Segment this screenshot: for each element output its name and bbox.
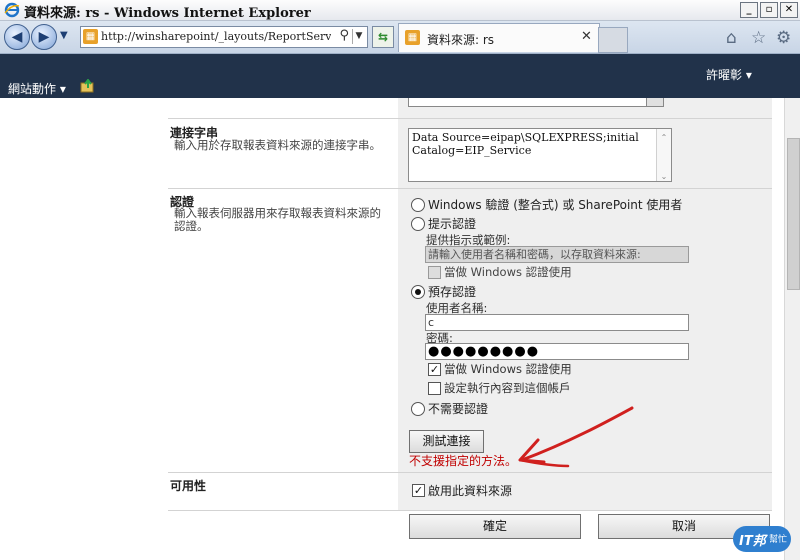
search-icon[interactable]: ⚲ xyxy=(339,28,349,43)
title-bar: 資料來源: rs - Windows Internet Explorer _ ▫… xyxy=(0,0,800,21)
badge-main: IT邦 xyxy=(739,534,766,549)
no-credentials-label[interactable]: 不需要認證 xyxy=(428,400,488,417)
connection-string-value: Data Source=eipap\SQLEXPRESS;initial Cat… xyxy=(412,131,643,157)
credentials-description: 輸入報表伺服器用來存取報表資料來源的認證。 xyxy=(174,206,381,233)
address-bar[interactable]: ▦ http://winsharepoint/_layouts/ReportSe… xyxy=(80,26,368,48)
section-divider xyxy=(168,510,772,511)
enable-datasource-label: 啟用此資料來源 xyxy=(428,484,513,498)
refresh-button[interactable]: ⇆ xyxy=(372,26,394,48)
section-divider xyxy=(168,188,772,189)
site-actions-menu[interactable]: 網站動作 ▾ xyxy=(8,80,66,97)
windows-auth-label[interactable]: Windows 驗證 (整合式) 或 SharePoint 使用者 xyxy=(428,196,682,213)
stored-windows-credentials-checkbox[interactable]: ✓ xyxy=(428,363,441,376)
restore-button[interactable]: ▫ xyxy=(760,2,778,18)
address-url[interactable]: http://winsharepoint/_layouts/ReportServ… xyxy=(101,30,331,43)
tools-gear-icon[interactable]: ⚙ xyxy=(776,28,791,48)
minimize-button[interactable]: _ xyxy=(740,2,758,18)
prompt-windows-credentials-label: 當做 Windows 認證使用 xyxy=(444,265,572,279)
availability-heading: 可用性 xyxy=(170,479,207,493)
windows-auth-radio[interactable] xyxy=(411,198,425,212)
ithelp-logo: IT邦 幫忙 xyxy=(733,526,793,554)
stored-credentials-radio[interactable] xyxy=(411,285,425,299)
browser-tab[interactable]: ▦ 資料來源: rs ✕ xyxy=(398,23,600,52)
username-input[interactable]: c xyxy=(425,314,689,331)
prompt-hint-input[interactable]: 請輸入使用者名稱和密碼，以存取資料來源: xyxy=(425,246,689,263)
user-menu[interactable]: 許曜彰 ▾ xyxy=(706,66,752,83)
stored-credentials-label[interactable]: 預存認證 xyxy=(428,283,476,300)
new-tab-button[interactable] xyxy=(598,27,628,53)
sharepoint-ribbon: 網站動作 ▾ 許曜彰 ▾ xyxy=(0,54,800,98)
close-window-button[interactable]: ✕ xyxy=(780,2,798,18)
enable-datasource-checkbox[interactable]: ✓ xyxy=(412,484,425,497)
connection-string-textarea[interactable]: Data Source=eipap\SQLEXPRESS;initial Cat… xyxy=(408,128,672,182)
ok-button[interactable]: 確定 xyxy=(409,514,581,539)
tab-favicon-icon: ▦ xyxy=(405,30,420,45)
prompt-credentials-label[interactable]: 提示認證 xyxy=(428,215,476,232)
forward-button[interactable]: ▶ xyxy=(31,24,57,50)
textarea-scrollbar[interactable]: ⌃ ⌄ xyxy=(656,129,671,181)
select-dropdown-icon[interactable] xyxy=(646,98,663,106)
impersonate-label: 設定執行內容到這個帳戶 xyxy=(444,381,571,395)
password-input[interactable]: ●●●●●●●●● xyxy=(425,343,689,360)
annotation-arrow-icon xyxy=(518,406,634,468)
navigate-up-icon[interactable] xyxy=(80,79,96,93)
no-credentials-radio[interactable] xyxy=(411,402,425,416)
back-button[interactable]: ◀ xyxy=(4,24,30,50)
address-dropdown-icon[interactable]: ▼ xyxy=(352,29,365,44)
test-connection-button[interactable]: 測試連接 xyxy=(409,430,484,453)
tab-title: 資料來源: rs xyxy=(427,33,495,47)
sharepoint-favicon-icon: ▦ xyxy=(83,29,98,44)
favorites-star-icon[interactable]: ☆ xyxy=(751,28,766,48)
home-icon[interactable]: ⌂ xyxy=(726,28,737,48)
tab-close-icon[interactable]: ✕ xyxy=(581,29,592,44)
badge-sub: 幫忙 xyxy=(769,535,788,545)
window-title: 資料來源: rs - Windows Internet Explorer xyxy=(24,6,311,21)
page-scrollbar[interactable] xyxy=(784,98,800,560)
data-source-type-select[interactable] xyxy=(408,98,664,107)
section-divider xyxy=(168,472,772,473)
impersonate-checkbox[interactable] xyxy=(428,382,441,395)
history-dropdown-icon[interactable]: ▼ xyxy=(60,30,68,41)
ie-logo-icon xyxy=(4,2,20,18)
prompt-credentials-radio[interactable] xyxy=(411,217,425,231)
scrollbar-thumb[interactable] xyxy=(787,138,800,290)
prompt-windows-credentials-checkbox[interactable] xyxy=(428,266,441,279)
connection-string-description: 輸入用於存取報表資料來源的連接字串。 xyxy=(174,138,381,152)
stored-windows-credentials-label: 當做 Windows 認證使用 xyxy=(444,362,572,376)
section-divider xyxy=(168,118,772,119)
